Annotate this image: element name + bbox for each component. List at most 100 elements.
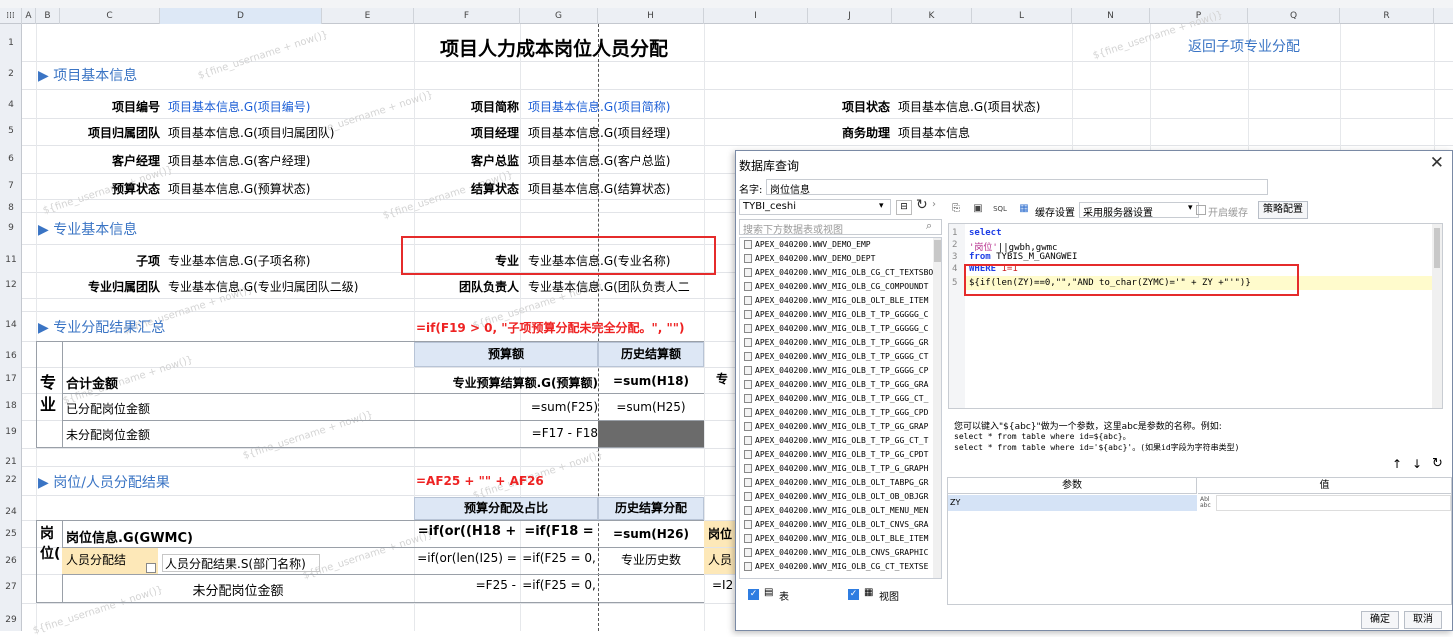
cache-icon[interactable]: ▦: [1017, 202, 1031, 216]
row-header[interactable]: 29: [0, 615, 22, 625]
move-up-icon[interactable]: ↑: [1392, 457, 1402, 471]
row-header[interactable]: 2: [0, 69, 22, 79]
save-icon[interactable]: ▣: [971, 202, 985, 216]
value-team-leader[interactable]: 专业基本信息.G(团队负责人二: [528, 278, 690, 295]
cell-h17[interactable]: =sum(H18): [598, 374, 704, 388]
view-checkbox[interactable]: ✓: [848, 589, 859, 600]
chevron-down-icon[interactable]: ▾: [879, 201, 884, 211]
row-header[interactable]: 22: [0, 475, 22, 485]
list-item[interactable]: APEX_040200.WWV_MIG_OLB_T_TP_GGGGG_C: [744, 324, 934, 338]
cell-i26[interactable]: 人员: [708, 551, 732, 568]
col-header-l[interactable]: L: [972, 8, 1072, 24]
move-down-icon[interactable]: ↓: [1412, 457, 1422, 471]
row-header[interactable]: 4: [0, 100, 22, 110]
list-item[interactable]: APEX_040200.WWV_MIG_OLB_T_TP_GGGGG_C: [744, 310, 934, 324]
cell-f18[interactable]: =sum(F25): [418, 400, 598, 414]
cell-g27[interactable]: =if(F25 = 0,: [520, 578, 598, 592]
row-header[interactable]: 6: [0, 154, 22, 164]
list-item[interactable]: APEX_040200.WWV_MIG_OLB_OLT_BLE_ITEM: [744, 296, 934, 310]
sql-format-icon[interactable]: SQL: [993, 202, 1007, 216]
refresh-icon[interactable]: ↻: [1432, 456, 1443, 471]
list-item[interactable]: APEX_040200.WWV_MIG_OLB_T_TP_GG_CT_T: [744, 436, 934, 450]
dialog-titlebar[interactable]: 数据库查询 ✕: [736, 151, 1452, 177]
cell-h27[interactable]: =I2: [712, 578, 733, 592]
list-item[interactable]: APEX_040200.WWV_MIG_OLB_T_TP_GGGG_CP: [744, 366, 934, 380]
back-link[interactable]: 返回子项专业分配: [1188, 36, 1300, 56]
list-item[interactable]: APEX_040200.WWV_MIG_OLB_OLT_MENU_MEN: [744, 506, 934, 520]
sql-editor[interactable]: 1 2 3 4 5 select '岗位'||gwbh,gwmc from TY…: [948, 223, 1443, 409]
list-item[interactable]: APEX_040200.WWV_MIG_OLB_T_TP_GG_GRAP: [744, 422, 934, 436]
row-header[interactable]: 19: [0, 427, 22, 437]
value-settlement-status[interactable]: 项目基本信息.G(结算状态): [528, 180, 670, 197]
list-item[interactable]: APEX_040200.WWV_MIG_OLB_CG_CT_TEXTSBO: [744, 268, 934, 282]
formula-cell-f14[interactable]: =if(F19 > 0, "子项预算分配未完全分配。", ""): [416, 319, 685, 336]
cell-g26[interactable]: =if(F25 = 0,: [520, 551, 598, 565]
row-header[interactable]: 9: [0, 223, 22, 233]
cell-g25[interactable]: =if(F18 =: [520, 524, 598, 539]
list-item[interactable]: APEX_040200.WWV_DEMO_DEPT: [744, 254, 934, 268]
cell-f19[interactable]: =F17 - F18: [418, 426, 598, 440]
cell-f17[interactable]: 专业预算结算额.G(预算额): [418, 374, 598, 391]
col-header-d[interactable]: D: [160, 8, 322, 24]
cell-d26[interactable]: 人员分配结果.S(部门名称): [162, 554, 320, 572]
value-project-no[interactable]: 项目基本信息.G(项目编号): [168, 98, 310, 115]
value-subitem[interactable]: 专业基本信息.G(子项名称): [168, 252, 310, 269]
list-item[interactable]: APEX_040200.WWV_MIG_OLB_T_TP_GG_CPDT: [744, 450, 934, 464]
list-item[interactable]: APEX_040200.WWV_MIG_OLB_CNVS_GRAPHIC: [744, 548, 934, 562]
table-checkbox[interactable]: ✓: [748, 589, 759, 600]
more-icon[interactable]: ›: [927, 199, 941, 214]
table-search-input[interactable]: 搜索下方数据表或视图: [739, 219, 942, 236]
col-header-n[interactable]: N: [1072, 8, 1150, 24]
list-item[interactable]: APEX_040200.WWV_MIG_OLB_T_TP_GGGG_GR: [744, 338, 934, 352]
cell-h25[interactable]: =sum(H26): [598, 527, 704, 541]
col-header-a[interactable]: A: [22, 8, 36, 24]
close-icon[interactable]: ✕: [1430, 153, 1444, 173]
cell-i25[interactable]: 岗位: [708, 525, 732, 542]
scrollbar-thumb[interactable]: [1434, 228, 1440, 268]
row-header[interactable]: 25: [0, 529, 22, 539]
col-header-f[interactable]: F: [414, 8, 520, 24]
type-icon[interactable]: Abl abc: [1200, 497, 1216, 509]
name-input[interactable]: 岗位信息: [766, 179, 1268, 196]
value-business-assistant[interactable]: 项目基本信息: [898, 124, 970, 141]
param-row-name[interactable]: ZY: [948, 495, 1197, 511]
row-header[interactable]: 24: [0, 507, 22, 517]
value-project-status[interactable]: 项目基本信息.G(项目状态): [898, 98, 1040, 115]
col-header-k[interactable]: K: [892, 8, 972, 24]
cell-h18[interactable]: =sum(H25): [598, 400, 704, 414]
value-customer-manager[interactable]: 项目基本信息.G(客户经理): [168, 152, 310, 169]
row-header[interactable]: 17: [0, 374, 22, 384]
param-row-value[interactable]: [1216, 495, 1451, 511]
value-budget-status[interactable]: 项目基本信息.G(预算状态): [168, 180, 310, 197]
row-header[interactable]: 21: [0, 457, 22, 467]
col-header-e[interactable]: E: [322, 8, 414, 24]
row-header[interactable]: 1: [0, 38, 22, 48]
row-header[interactable]: 26: [0, 556, 22, 566]
cell-h26[interactable]: 专业历史数: [598, 551, 704, 568]
list-item[interactable]: APEX_040200.WWV_MIG_OLB_CG_CT_TEXTSE: [744, 562, 934, 576]
col-header-b[interactable]: B: [36, 8, 60, 24]
list-item[interactable]: APEX_040200.WWV_MIG_OLB_T_TP_GGGG_CT: [744, 352, 934, 366]
refresh-icon[interactable]: ↻: [916, 197, 928, 213]
list-item[interactable]: APEX_040200.WWV_MIG_OLB_OLT_TABPG_GR: [744, 478, 934, 492]
cancel-button[interactable]: 取消: [1404, 611, 1442, 629]
list-item[interactable]: APEX_040200.WWV_MIG_OLB_T_TP_GGG_CPD: [744, 408, 934, 422]
editor-scrollbar[interactable]: [1432, 224, 1442, 408]
col-header-j[interactable]: J: [808, 8, 892, 24]
row-header[interactable]: 18: [0, 401, 22, 411]
value-project-team[interactable]: 项目基本信息.G(项目归属团队): [168, 124, 334, 141]
value-customer-director[interactable]: 项目基本信息.G(客户总监): [528, 152, 670, 169]
strategy-config-button[interactable]: 策略配置: [1258, 201, 1308, 219]
row-header[interactable]: 5: [0, 126, 22, 136]
cell-f25[interactable]: =if(or((H18 +: [414, 524, 520, 539]
cell-c25[interactable]: 岗位信息.G(GWMC): [66, 527, 193, 546]
list-item[interactable]: APEX_040200.WWV_MIG_OLB_T_TP_GGG_CT_: [744, 394, 934, 408]
cell-i17[interactable]: 专: [716, 370, 728, 387]
table-list-scrollbar[interactable]: [933, 238, 941, 578]
select-all-corner[interactable]: ⁞⁞⁞: [0, 8, 22, 24]
cell-f26[interactable]: =if(or(len(I25) =: [414, 551, 520, 565]
row-header[interactable]: 11: [0, 255, 22, 265]
row-header[interactable]: 16: [0, 351, 22, 361]
row-header[interactable]: 14: [0, 320, 22, 330]
connection-select[interactable]: TYBI_ceshi: [739, 199, 891, 215]
